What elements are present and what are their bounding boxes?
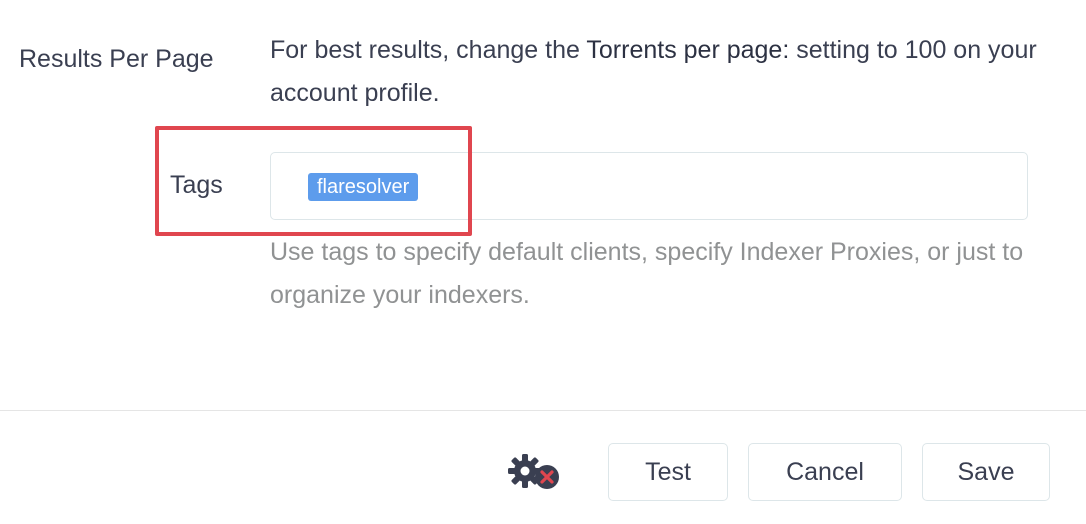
footer-divider (0, 410, 1086, 411)
tags-help: Use tags to specify default clients, spe… (270, 238, 1024, 309)
test-button[interactable]: Test (608, 443, 728, 501)
highlight-box (155, 126, 472, 236)
advanced-settings-icon[interactable] (505, 451, 563, 493)
save-button[interactable]: Save (922, 443, 1050, 501)
results-help-emphasis: Torrents per page: (586, 36, 790, 64)
gear-with-red-x-icon (508, 454, 559, 489)
cancel-button[interactable]: Cancel (748, 443, 902, 501)
results-per-page-label: Results Per Page (19, 45, 214, 73)
results-per-page-help: For best results, change the Torrents pe… (270, 29, 1060, 115)
results-help-prefix: For best results, change the (270, 36, 587, 64)
